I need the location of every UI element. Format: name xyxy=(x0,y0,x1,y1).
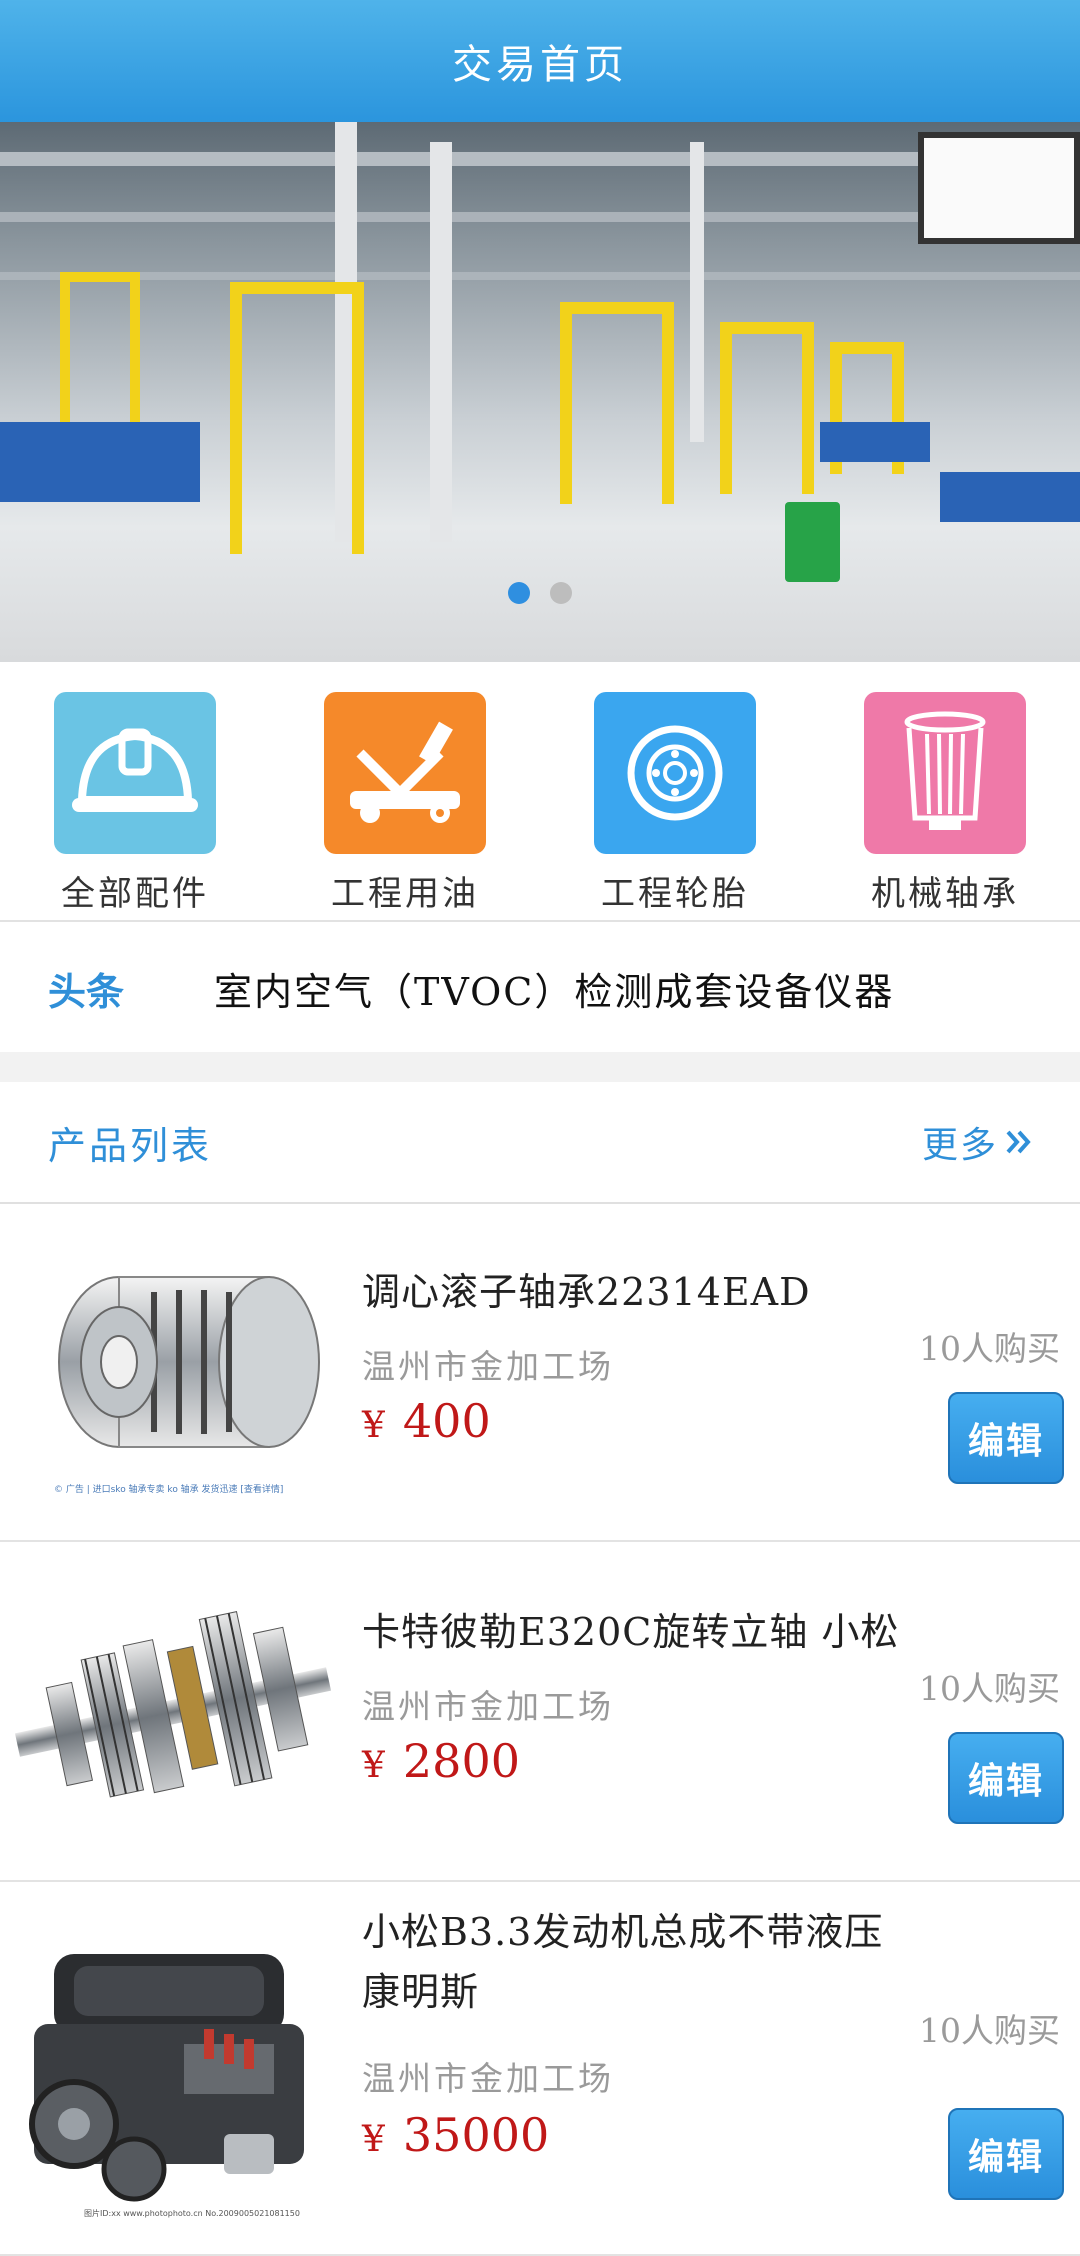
product-shop: 温州市金加工场 xyxy=(362,2059,614,2098)
shaft-gear-image xyxy=(14,1582,332,1842)
headline-text[interactable]: 室内空气（TVOC）检测成套设备仪器 xyxy=(214,961,894,1016)
product-shop: 温州市金加工场 xyxy=(362,1687,614,1726)
more-label: 更多 xyxy=(921,1125,998,1166)
category-label: 工程轮胎 xyxy=(601,874,749,914)
edit-button[interactable]: 编辑 xyxy=(948,2108,1064,2200)
bearing-image: © 广告 | 进口sko 轴承专卖 ko 轴承 发货迅速 [查看详情] xyxy=(14,1242,332,1502)
page-title: 交易首页 xyxy=(452,42,628,88)
more-link[interactable]: 更多 xyxy=(922,1116,1034,1168)
double-chevron-right-icon xyxy=(1006,1130,1031,1154)
product-item[interactable]: 卡特彼勒E320C旋转立轴 小松 温州市金加工场 ¥2800 10人购买 编辑 xyxy=(0,1542,1080,1882)
product-item[interactable]: © 广告 | 进口sko 轴承专卖 ko 轴承 发货迅速 [查看详情] 调心滚子… xyxy=(0,1202,1080,1542)
app-header: 交易首页 xyxy=(0,0,1080,122)
currency-symbol: ¥ xyxy=(362,1405,385,1446)
headline-ticker[interactable]: 头条 室内空气（TVOC）检测成套设备仪器 xyxy=(0,920,1080,1054)
currency-symbol: ¥ xyxy=(362,1745,385,1786)
tire-icon xyxy=(594,692,756,854)
price-value: 2800 xyxy=(402,1734,520,1788)
product-list: © 广告 | 进口sko 轴承专卖 ko 轴承 发货迅速 [查看详情] 调心滚子… xyxy=(0,1202,1080,2256)
section-divider xyxy=(0,1052,1080,1082)
svg-text:© 广告 | 进口sko 轴承专卖 ko 轴承 发货迅速 [: © 广告 | 进口sko 轴承专卖 ko 轴承 发货迅速 [查看详情] xyxy=(54,1483,283,1495)
banner-carousel[interactable] xyxy=(0,122,1080,662)
category-label: 工程用油 xyxy=(331,874,479,914)
svg-text:图片ID:xx www.photophoto.cn No.2: 图片ID:xx www.photophoto.cn No.20090050210… xyxy=(84,2208,300,2218)
buyer-count: 10人购买 xyxy=(919,2011,1060,2050)
product-name: 卡特彼勒E320C旋转立轴 小松 xyxy=(362,1610,900,1654)
carousel-indicator xyxy=(0,582,1080,604)
product-list-header: 产品列表 更多 xyxy=(0,1082,1080,1204)
buyer-count: 10人购买 xyxy=(919,1669,1060,1708)
headline-tag: 头条 xyxy=(48,968,125,1014)
price-value: 35000 xyxy=(402,2108,550,2162)
category-machinery-bearings[interactable]: 机械轴承 xyxy=(810,662,1080,920)
category-label: 全部配件 xyxy=(61,874,209,914)
edit-button[interactable]: 编辑 xyxy=(948,1732,1064,1824)
product-price: ¥2800 xyxy=(362,1734,520,1788)
engine-image: 图片ID:xx www.photophoto.cn No.20090050210… xyxy=(14,1924,332,2224)
category-label: 机械轴承 xyxy=(871,874,1019,914)
filter-icon xyxy=(864,692,1026,854)
category-grid: 全部配件 工程用油 工程轮胎 机械轴承 xyxy=(0,662,1080,920)
product-price: ¥400 xyxy=(362,1394,491,1448)
product-shop: 温州市金加工场 xyxy=(362,1347,614,1386)
buyer-count: 10人购买 xyxy=(919,1329,1060,1368)
carousel-dot[interactable] xyxy=(550,582,572,604)
product-list-title: 产品列表 xyxy=(48,1123,213,1168)
product-item[interactable]: 图片ID:xx www.photophoto.cn No.20090050210… xyxy=(0,1882,1080,2256)
edit-button[interactable]: 编辑 xyxy=(948,1392,1064,1484)
helmet-icon xyxy=(54,692,216,854)
carousel-dot-active[interactable] xyxy=(508,582,530,604)
category-all-parts[interactable]: 全部配件 xyxy=(0,662,270,920)
product-price: ¥35000 xyxy=(362,2108,549,2162)
category-engineering-oil[interactable]: 工程用油 xyxy=(270,662,540,920)
category-engineering-tires[interactable]: 工程轮胎 xyxy=(540,662,810,920)
price-value: 400 xyxy=(402,1394,491,1448)
currency-symbol: ¥ xyxy=(362,2119,385,2160)
product-name: 调心滚子轴承22314EAD xyxy=(362,1270,811,1314)
jack-icon xyxy=(324,692,486,854)
product-name: 小松B3.3发动机总成不带液压康明斯 xyxy=(362,1910,884,2014)
